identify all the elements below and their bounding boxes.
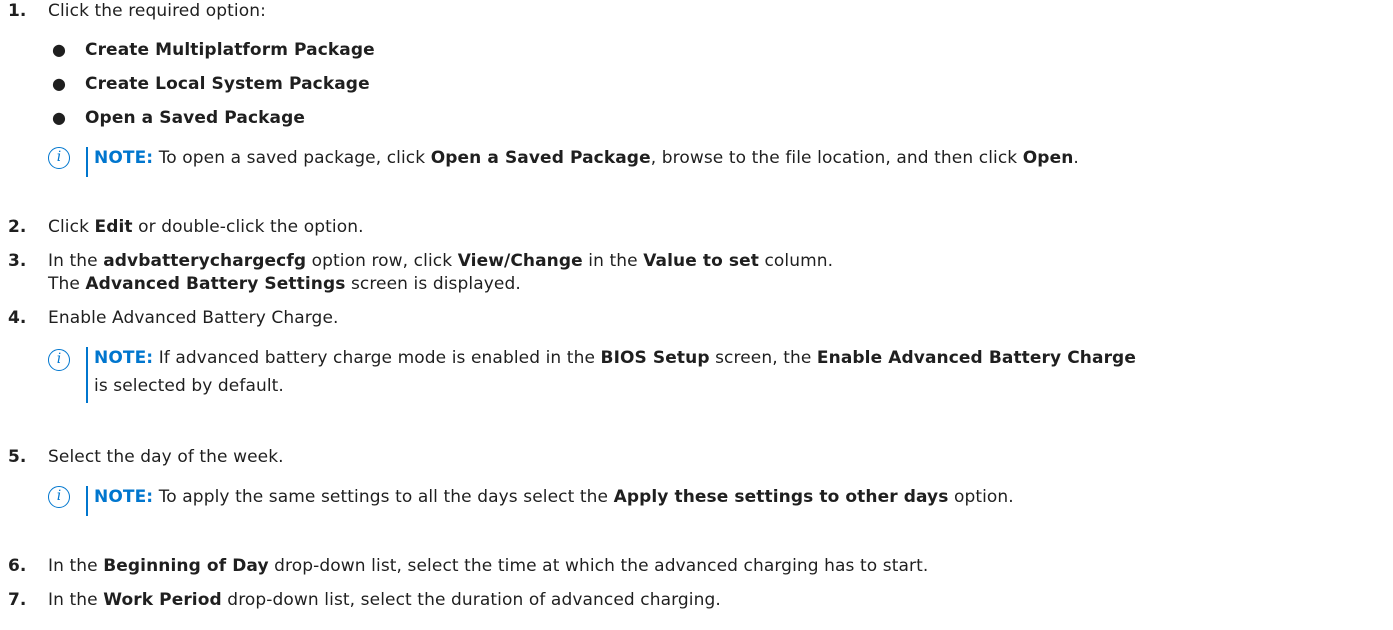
info-icon: i (48, 147, 70, 169)
note-divider (86, 147, 88, 177)
info-icon: i (48, 349, 70, 371)
note-label: NOTE: (94, 148, 154, 168)
note-text-line2: is selected by default. (94, 376, 284, 396)
bullet-icon: ● (52, 40, 67, 59)
note-divider (86, 347, 88, 403)
step-number: 4. (8, 308, 27, 328)
step-text: Click the required option: (48, 1, 266, 21)
step-text: Click Edit or double-click the option. (48, 217, 364, 237)
note-text: NOTE: To apply the same settings to all … (94, 487, 1014, 507)
step-number: 2. (8, 217, 27, 237)
step-text: Select the day of the week. (48, 447, 284, 467)
step-text: In the Work Period drop-down list, selec… (48, 590, 721, 610)
note-label: NOTE: (94, 348, 154, 368)
note-callout: i NOTE: To apply the same settings to al… (48, 486, 1388, 516)
note-label: NOTE: (94, 487, 154, 507)
step-number: 5. (8, 447, 27, 467)
option-label: Create Multiplatform Package (85, 40, 375, 60)
step-text: The Advanced Battery Settings screen is … (48, 274, 521, 294)
step-number: 7. (8, 590, 27, 610)
step-number: 6. (8, 556, 27, 576)
step-text: In the Beginning of Day drop-down list, … (48, 556, 929, 576)
procedure-document: 1. Click the required option: ● Create M… (0, 0, 1393, 630)
bullet-icon: ● (52, 74, 67, 93)
bullet-icon: ● (52, 108, 67, 127)
note-callout: i NOTE: To open a saved package, click O… (48, 147, 1388, 177)
option-label: Create Local System Package (85, 74, 370, 94)
step-text: In the advbatterychargecfg option row, c… (48, 251, 834, 271)
note-text: NOTE: To open a saved package, click Ope… (94, 148, 1079, 168)
step-number: 1. (8, 1, 27, 21)
note-divider (86, 486, 88, 516)
option-label: Open a Saved Package (85, 108, 306, 128)
info-icon: i (48, 486, 70, 508)
note-text: NOTE: If advanced battery charge mode is… (94, 348, 1136, 368)
step-number: 3. (8, 251, 27, 271)
note-callout: i NOTE: If advanced battery charge mode … (48, 347, 1393, 403)
step-text: Enable Advanced Battery Charge. (48, 308, 339, 328)
